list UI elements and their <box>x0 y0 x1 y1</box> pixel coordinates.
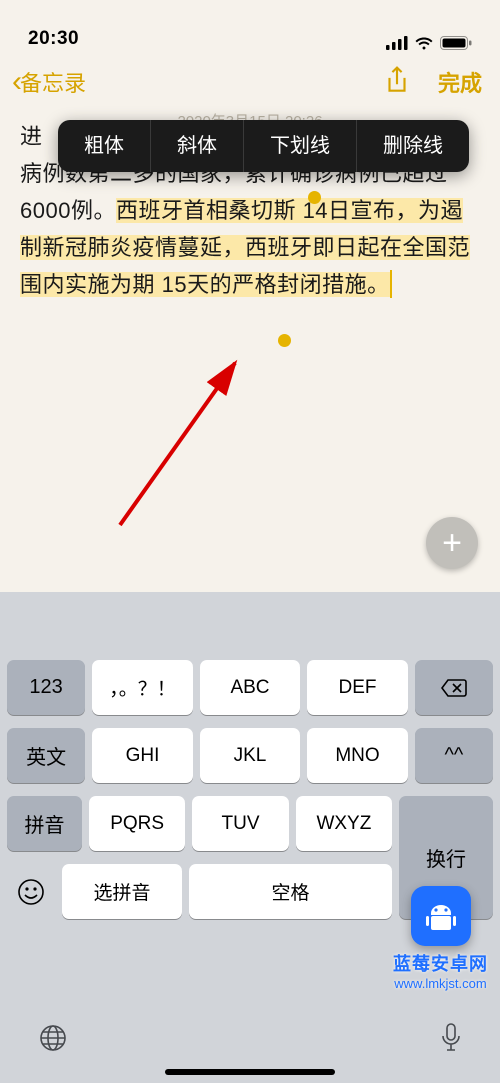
plus-icon: + <box>442 526 462 560</box>
key-jkl[interactable]: JKL <box>200 728 301 783</box>
nav-bar: ‹ 备忘录 完成 <box>0 56 500 108</box>
signal-icon <box>386 36 408 50</box>
key-tuv[interactable]: TUV <box>192 796 288 851</box>
share-icon <box>384 65 410 95</box>
arrow-annotation <box>110 335 290 535</box>
underline-option[interactable]: 下划线 <box>244 120 356 172</box>
key-pqrs[interactable]: PQRS <box>89 796 185 851</box>
key-pinyin[interactable]: 拼音 <box>7 796 82 851</box>
globe-button[interactable] <box>38 1023 68 1058</box>
key-def[interactable]: DEF <box>307 660 408 715</box>
selection-handle-end[interactable] <box>278 334 291 347</box>
selection-handle-start[interactable] <box>308 191 321 204</box>
italic-option[interactable]: 斜体 <box>151 120 243 172</box>
bold-option[interactable]: 粗体 <box>58 120 150 172</box>
key-ghi[interactable]: GHI <box>92 728 193 783</box>
backspace-icon <box>440 678 468 698</box>
system-bottom-bar <box>0 1008 500 1083</box>
back-label: 备忘录 <box>20 66 86 98</box>
text-style-popover: 粗体 斜体 下划线 删除线 <box>58 120 469 172</box>
home-indicator[interactable] <box>165 1069 335 1075</box>
mic-icon <box>440 1023 462 1053</box>
key-select-pinyin[interactable]: 选拼音 <box>62 864 182 919</box>
key-caret[interactable]: ^^ <box>415 728 493 783</box>
note-text-1a: 进 <box>20 124 43 149</box>
key-enter[interactable]: 换行 <box>399 796 493 919</box>
key-punct[interactable]: ，。？！ <box>92 660 193 715</box>
back-button[interactable]: ‹ 备忘录 <box>12 66 86 98</box>
text-caret <box>390 270 392 298</box>
key-space[interactable]: 空格 <box>189 864 392 919</box>
share-button[interactable] <box>384 65 410 100</box>
globe-icon <box>38 1023 68 1053</box>
keyboard: 123 ，。？！ ABC DEF 英文 GHI JKL MNO ^^ 拼音 PQ… <box>0 592 500 1083</box>
battery-icon <box>440 36 472 50</box>
status-bar: 20:30 <box>0 0 500 54</box>
mic-button[interactable] <box>440 1023 462 1058</box>
emoji-icon <box>16 877 46 907</box>
key-123[interactable]: 123 <box>7 660 85 715</box>
key-mno[interactable]: MNO <box>307 728 408 783</box>
status-time: 20:30 <box>28 28 79 50</box>
wifi-icon <box>414 36 434 50</box>
key-abc[interactable]: ABC <box>200 660 301 715</box>
done-button[interactable]: 完成 <box>438 66 488 98</box>
key-wxyz[interactable]: WXYZ <box>296 796 392 851</box>
add-button[interactable]: + <box>426 517 478 569</box>
keyboard-row-2: 英文 GHI JKL MNO ^^ <box>7 728 493 783</box>
keyboard-row-1: 123 ，。？！ ABC DEF <box>7 660 493 715</box>
keyboard-row-3: 拼音 PQRS TUV WXYZ <box>7 796 392 851</box>
keyboard-row-4: 选拼音 空格 <box>7 864 392 919</box>
key-emoji[interactable] <box>7 864 55 919</box>
key-english[interactable]: 英文 <box>7 728 85 783</box>
key-backspace[interactable] <box>415 660 493 715</box>
status-indicators <box>386 36 472 50</box>
strike-option[interactable]: 删除线 <box>357 120 469 172</box>
